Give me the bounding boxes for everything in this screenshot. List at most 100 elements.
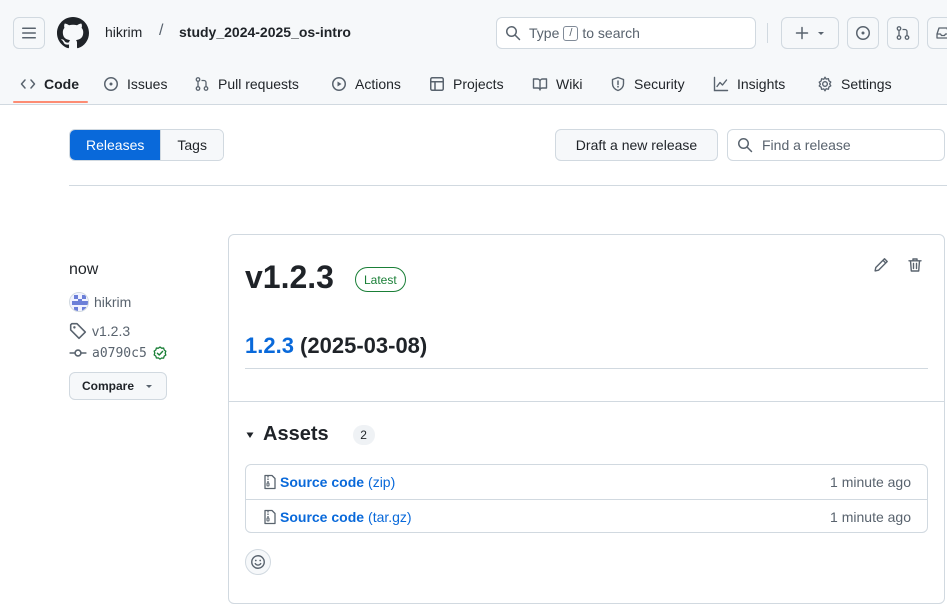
tab-label: Pull requests xyxy=(218,76,299,92)
graph-icon xyxy=(713,76,729,92)
global-header: hikrim / study_2024-2025_os-intro Type /… xyxy=(0,0,947,105)
tab-label: Code xyxy=(44,76,79,92)
asset-time: 1 minute ago xyxy=(830,474,911,490)
tab-code[interactable]: Code xyxy=(20,64,79,104)
tab-label: Projects xyxy=(453,76,504,92)
breadcrumb-separator: / xyxy=(159,22,164,39)
delete-release-button[interactable] xyxy=(905,255,925,275)
asset-time: 1 minute ago xyxy=(830,508,911,525)
search-shortcut-key: / xyxy=(563,25,579,41)
asset-ext[interactable]: (tar.gz) xyxy=(368,509,412,525)
tab-actions[interactable]: Actions xyxy=(331,64,401,104)
releases-tags-toggle: Releases Tags xyxy=(69,129,224,161)
repo-tab-nav: Code Issues Pull requests Actions Projec… xyxy=(0,64,947,105)
asset-name[interactable]: Source code xyxy=(280,509,364,525)
tag-icon xyxy=(69,322,87,340)
draft-release-button[interactable]: Draft a new release xyxy=(555,129,718,161)
divider xyxy=(245,368,928,369)
commit-sha: a0790c5 xyxy=(92,345,147,361)
tab-label: Insights xyxy=(737,76,786,92)
git-pull-request-icon xyxy=(896,26,910,40)
tab-settings[interactable]: Settings xyxy=(817,64,892,104)
triangle-down-icon xyxy=(246,432,254,438)
issue-opened-icon xyxy=(104,77,118,91)
compare-button[interactable]: Compare xyxy=(69,372,167,400)
inbox-icon xyxy=(936,27,947,39)
table-icon xyxy=(430,77,444,91)
shield-icon xyxy=(611,76,625,92)
list-item[interactable]: Source code (zip) 1 minute ago xyxy=(246,465,927,499)
list-item[interactable]: Source code (tar.gz) 1 minute ago xyxy=(246,499,927,533)
release-tag-link[interactable]: v1.2.3 xyxy=(69,322,130,340)
book-icon xyxy=(532,78,548,91)
git-commit-icon xyxy=(69,349,87,357)
menu-button[interactable] xyxy=(13,17,45,49)
triangle-down-icon xyxy=(818,32,824,35)
github-logo-icon[interactable] xyxy=(57,17,89,49)
release-body-heading: 1.2.3 (2025-03-08) xyxy=(245,333,427,359)
tab-label: Wiki xyxy=(556,76,583,92)
tag-name: v1.2.3 xyxy=(92,323,131,339)
assets-toggle[interactable]: Assets 2 xyxy=(245,423,375,446)
breadcrumb-repo[interactable]: study_2024-2025_os-intro xyxy=(179,24,351,40)
asset-ext[interactable]: (zip) xyxy=(368,474,395,490)
tab-issues[interactable]: Issues xyxy=(103,64,167,104)
search-icon xyxy=(738,138,753,153)
active-tab-underline xyxy=(13,101,88,103)
latest-badge: Latest xyxy=(355,267,406,292)
assets-count: 2 xyxy=(352,424,375,445)
release-author[interactable]: hikrim xyxy=(69,292,131,312)
release-card: v1.2.3 Latest 1.2.3 (2025-03-08) Assets … xyxy=(228,234,945,604)
pencil-icon xyxy=(874,258,888,272)
tab-projects[interactable]: Projects xyxy=(429,64,504,104)
search-suffix: to search xyxy=(582,25,640,41)
tab-label: Issues xyxy=(127,76,168,92)
plus-icon xyxy=(795,26,809,40)
release-body-date: (2025-03-08) xyxy=(293,333,428,358)
divider xyxy=(69,185,947,186)
avatar xyxy=(69,292,89,312)
tab-label: Security xyxy=(634,76,685,92)
issues-shortcut-button[interactable] xyxy=(847,17,879,49)
release-title[interactable]: v1.2.3 xyxy=(245,259,334,296)
divider xyxy=(229,401,944,402)
play-icon xyxy=(332,77,346,91)
add-reaction-button[interactable] xyxy=(245,549,271,575)
create-new-button[interactable] xyxy=(781,17,839,49)
assets-label: Assets xyxy=(263,423,329,445)
tab-pull-requests[interactable]: Pull requests xyxy=(194,64,299,104)
tab-label: Settings xyxy=(841,76,892,92)
compare-label: Compare xyxy=(81,379,134,393)
tab-insights[interactable]: Insights xyxy=(713,64,785,104)
search-input[interactable]: Type / to search xyxy=(496,17,756,49)
find-release-placeholder: Find a release xyxy=(762,137,851,153)
release-time: now xyxy=(69,261,99,278)
code-icon xyxy=(20,79,36,89)
search-icon xyxy=(506,26,521,41)
pull-requests-shortcut-button[interactable] xyxy=(887,17,919,49)
releases-tab[interactable]: Releases xyxy=(70,130,161,160)
assets-list: Source code (zip) 1 minute ago Source co… xyxy=(245,464,928,533)
file-zip-icon xyxy=(264,474,276,490)
tab-label: Actions xyxy=(355,76,401,92)
tab-security[interactable]: Security xyxy=(610,64,685,104)
git-pull-request-icon xyxy=(195,77,209,91)
header-divider xyxy=(767,23,768,43)
inbox-button[interactable] xyxy=(927,17,947,49)
tags-tab[interactable]: Tags xyxy=(160,130,223,160)
issue-opened-icon xyxy=(856,26,870,40)
find-release-input[interactable]: Find a release xyxy=(727,129,945,161)
edit-release-button[interactable] xyxy=(871,255,891,275)
breadcrumb-owner[interactable]: hikrim xyxy=(105,24,142,40)
verified-icon[interactable] xyxy=(152,345,168,361)
file-zip-icon xyxy=(264,509,276,524)
trash-icon xyxy=(908,258,922,272)
tab-wiki[interactable]: Wiki xyxy=(532,64,582,104)
release-body-link[interactable]: 1.2.3 xyxy=(245,333,294,358)
triangle-down-icon xyxy=(146,385,152,388)
author-name: hikrim xyxy=(94,294,132,310)
hamburger-icon xyxy=(22,27,36,39)
smiley-icon xyxy=(251,555,265,569)
release-commit-link[interactable]: a0790c5 xyxy=(69,344,168,362)
asset-name[interactable]: Source code xyxy=(280,474,364,490)
